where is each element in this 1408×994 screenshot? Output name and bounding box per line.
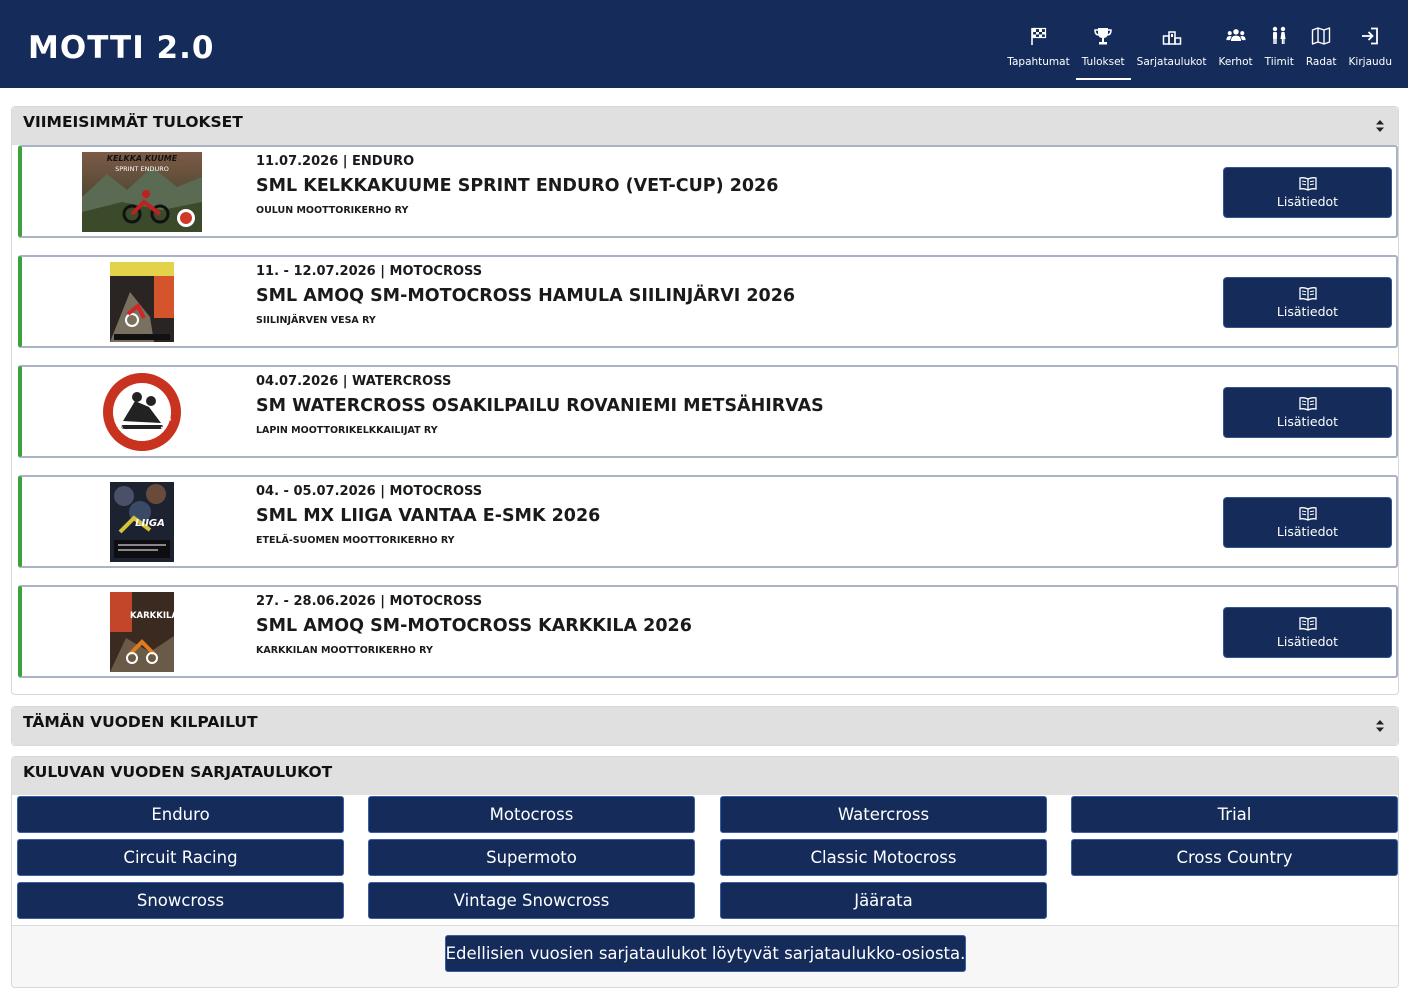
event-poster [72, 261, 212, 343]
poster-text: LIIGA [135, 518, 165, 529]
this-year-races-panel: TÄMÄN VUODEN KILPAILUT [11, 706, 1399, 746]
event-title: SML AMOQ SM-MOTOCROSS KARKKILA 2026 [256, 616, 692, 636]
map-icon [1311, 27, 1331, 45]
event-date-discipline: 11.07.2026 | ENDURO [256, 154, 415, 169]
details-button[interactable]: Lisätiedot [1223, 497, 1392, 548]
event-title: SM WATERCROSS OSAKILPAILU ROVANIEMI METS… [256, 396, 824, 416]
details-button-label: Lisätiedot [1276, 193, 1339, 209]
trophy-icon [1094, 28, 1112, 45]
nav-label: Radat [1305, 56, 1337, 68]
latest-results-title: VIIMEISIMMÄT TULOKSET [23, 113, 243, 131]
podium-icon [1162, 31, 1181, 45]
login-icon [1362, 27, 1379, 45]
details-button[interactable]: Lisätiedot [1223, 607, 1392, 658]
event-organizer: OULUN MOOTTORIKERHO RY [256, 205, 409, 216]
people-group-icon [1225, 29, 1246, 41]
details-button-label: Lisätiedot [1276, 633, 1339, 649]
this-year-races-header[interactable]: TÄMÄN VUODEN KILPAILUT [12, 707, 1398, 745]
club-logo-image: LAPIN MOOTTORIKELKKAILIJAT RY [101, 371, 181, 451]
result-card: KARKKILA 27. - 28.06.2026 | MOTOCROSS SM… [18, 585, 1398, 678]
team-people-icon [1273, 26, 1286, 44]
series-button-vintage-snowcross[interactable]: Vintage Snowcross [368, 882, 695, 919]
standings-footer: Edellisien vuosien sarjataulukot löytyvä… [12, 925, 1398, 987]
standings-header: KULUVAN VUODEN SARJATAULUKOT [12, 757, 1398, 795]
open-book-icon [1298, 176, 1317, 191]
open-book-icon [1298, 616, 1317, 631]
series-button-cross-country[interactable]: Cross Country [1071, 839, 1398, 876]
series-button-supermoto[interactable]: Supermoto [368, 839, 695, 876]
event-organizer: LAPIN MOOTTORIKELKKAILIJAT RY [256, 425, 438, 436]
nav-item-tulokset[interactable]: Tulokset [1075, 22, 1131, 80]
event-organizer: SIILINJÄRVEN VESA RY [256, 315, 376, 326]
event-poster: KARKKILA [72, 591, 212, 673]
series-button-snowcross[interactable]: Snowcross [17, 882, 344, 919]
open-book-icon [1298, 506, 1317, 521]
latest-results-panel: VIIMEISIMMÄT TULOKSET KELKKA KUUME SPRIN… [11, 106, 1399, 695]
nav-label: Sarjataulukot [1136, 56, 1207, 68]
details-button[interactable]: Lisätiedot [1223, 167, 1392, 218]
event-date-discipline: 04.07.2026 | WATERCROSS [256, 374, 452, 389]
archive-standings-button[interactable]: Edellisien vuosien sarjataulukot löytyvä… [445, 935, 966, 972]
result-card: 11. - 12.07.2026 | MOTOCROSS SML AMOQ SM… [18, 255, 1398, 348]
sort-toggle-icon[interactable] [1375, 718, 1385, 734]
result-card: LAPIN MOOTTORIKELKKAILIJAT RY 04.07.2026… [18, 365, 1398, 458]
event-title: SML MX LIIGA VANTAA E-SMK 2026 [256, 506, 601, 526]
poster-text: KARKKILA [130, 611, 174, 621]
event-organizer: KARKKILAN MOOTTORIKERHO RY [256, 645, 433, 656]
series-button-watercross[interactable]: Watercross [720, 796, 1047, 833]
site-logo[interactable]: MOTTI 2.0 [28, 30, 214, 66]
open-book-icon [1298, 396, 1317, 411]
series-button-trial[interactable]: Trial [1071, 796, 1398, 833]
club-logo: LAPIN MOOTTORIKELKKAILIJAT RY [72, 371, 212, 453]
top-navbar: MOTTI 2.0 Tapahtumat Tulokset Sarjataulu… [0, 0, 1408, 88]
standings-title: KULUVAN VUODEN SARJATAULUKOT [23, 763, 333, 781]
series-button-classic-motocross[interactable]: Classic Motocross [720, 839, 1047, 876]
sort-toggle-icon[interactable] [1375, 118, 1385, 134]
event-date-discipline: 27. - 28.06.2026 | MOTOCROSS [256, 594, 483, 609]
details-button-label: Lisätiedot [1276, 413, 1339, 429]
details-button-label: Lisätiedot [1276, 303, 1339, 319]
standings-panel: KULUVAN VUODEN SARJATAULUKOT Enduro Moto… [11, 756, 1399, 988]
series-button-circuit-racing[interactable]: Circuit Racing [17, 839, 344, 876]
open-book-icon [1298, 286, 1317, 301]
main-nav: Tapahtumat Tulokset Sarjataulukot Kerhot… [1001, 22, 1398, 80]
event-poster: LIIGA [72, 481, 212, 563]
this-year-races-title: TÄMÄN VUODEN KILPAILUT [23, 713, 258, 731]
nav-label: Tapahtumat [1007, 56, 1070, 68]
poster-image: KARKKILA [110, 592, 174, 672]
result-card: KELKKA KUUME SPRINT ENDURO 11.07.2026 | … [18, 145, 1398, 238]
poster-subtext: SPRINT ENDURO [115, 165, 169, 173]
event-date-discipline: 11. - 12.07.2026 | MOTOCROSS [256, 264, 483, 279]
poster-image: LIIGA [110, 482, 174, 562]
event-title: SML KELKKAKUUME SPRINT ENDURO (VET-CUP) … [256, 176, 779, 196]
poster-text: KELKKA KUUME [107, 154, 178, 163]
checkered-flag-icon [1030, 27, 1046, 45]
event-title: SML AMOQ SM-MOTOCROSS HAMULA SIILINJÄRVI… [256, 286, 796, 306]
poster-image: KELKKA KUUME SPRINT ENDURO [82, 152, 202, 232]
nav-item-kirjaudu[interactable]: Kirjaudu [1343, 22, 1398, 80]
nav-item-radat[interactable]: Radat [1300, 22, 1343, 80]
details-button-label: Lisätiedot [1276, 523, 1339, 539]
nav-label: Tiimit [1264, 56, 1294, 68]
series-button-enduro[interactable]: Enduro [17, 796, 344, 833]
nav-item-tiimit[interactable]: Tiimit [1259, 22, 1300, 80]
latest-results-header[interactable]: VIIMEISIMMÄT TULOKSET [12, 107, 1398, 145]
event-date-discipline: 04. - 05.07.2026 | MOTOCROSS [256, 484, 483, 499]
poster-image [110, 262, 174, 342]
details-button[interactable]: Lisätiedot [1223, 277, 1392, 328]
event-poster: KELKKA KUUME SPRINT ENDURO [72, 151, 212, 233]
event-organizer: ETELÄ-SUOMEN MOOTTORIKERHO RY [256, 535, 455, 546]
nav-item-kerhot[interactable]: Kerhot [1212, 22, 1258, 80]
details-button[interactable]: Lisätiedot [1223, 387, 1392, 438]
nav-label: Tulokset [1081, 56, 1125, 68]
series-button-jaarata[interactable]: Jäärata [720, 882, 1047, 919]
nav-item-tapahtumat[interactable]: Tapahtumat [1001, 22, 1075, 80]
series-button-motocross[interactable]: Motocross [368, 796, 695, 833]
nav-label: Kirjaudu [1348, 56, 1392, 68]
result-card: LIIGA 04. - 05.07.2026 | MOTOCROSS SML M… [18, 475, 1398, 568]
nav-label: Kerhot [1218, 56, 1253, 68]
nav-item-sarjataulukot[interactable]: Sarjataulukot [1131, 22, 1213, 80]
